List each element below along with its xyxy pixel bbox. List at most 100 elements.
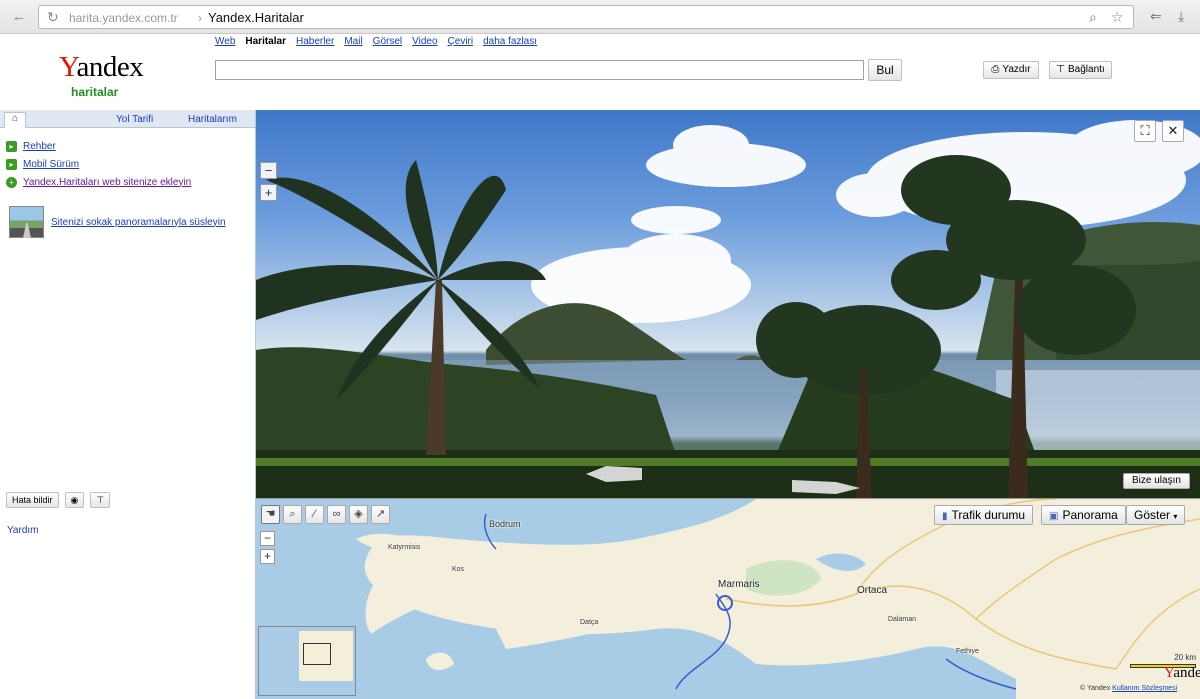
address-bar[interactable]: ↻ harita.yandex.com.tr › Yandex.Haritala… [38,5,1134,29]
green-rail [256,458,1200,466]
print-label: Yazdır [1002,64,1031,75]
find-button[interactable]: Bul [868,59,902,81]
panorama-promo-link[interactable]: Sitenizi sokak panoramalarıyla süsleyin [51,217,226,228]
service-mail[interactable]: Mail [344,36,362,47]
tab-home[interactable]: ⌂ [4,112,26,128]
service-video[interactable]: Video [412,36,437,47]
place-bodrum: Bodrum [489,519,521,529]
logo-subtitle: haritalar [71,85,119,99]
route-tool[interactable]: ↗ [371,505,390,524]
star-icon[interactable]: ☆ [1111,9,1124,26]
street-panorama[interactable]: − + ⛶ ✕ Bize ulaşın [256,110,1200,498]
hand-icon: ☚ [265,508,276,520]
reload-icon[interactable]: ↻ [47,9,59,26]
globe-button[interactable]: ◉ [64,492,85,508]
lake [816,553,866,571]
logo-initial: Y [59,51,77,83]
help-link[interactable]: Yardım [7,525,39,536]
place-kos: Kos [452,566,465,573]
menu-item-guide[interactable]: ▸ Rehber [6,137,191,155]
globe-icon: ◉ [70,495,79,505]
terms-link[interactable]: Kullanım Sözleşmesi [1112,685,1177,692]
chain-tool[interactable]: ∞ [327,505,346,524]
menu-item-guide-label[interactable]: Rehber [23,141,56,152]
url-host: harita.yandex.com.tr [69,11,178,25]
search-icon[interactable]: ⌕ [1089,9,1097,26]
menu-item-mobile-label[interactable]: Mobil Sürüm [23,159,79,170]
park-area [746,560,821,596]
place-fethiye: Fethiye [956,648,979,655]
map-footer: © Yandex Kullanım Sözleşmesi [1080,685,1177,692]
printer-icon: ⎙ [991,64,1000,75]
traffic-button[interactable]: ▮ Trafik durumu [934,505,1034,525]
plus-icon: + [6,176,17,188]
book-icon: ▸ [6,140,17,152]
close-button[interactable]: ✕ [1162,120,1184,142]
fullscreen-button[interactable]: ⛶ [1134,120,1156,142]
panel-tabs: ⌂ Yol Tarifi Haritalarım [0,110,255,128]
magnify-icon: ⌕ [289,508,296,520]
pin-button[interactable]: ⊤ [90,492,111,508]
map-zoom-out-button[interactable]: − [260,531,275,546]
ruler-tool[interactable]: ⁄ [305,505,324,524]
ruler-icon: ⁄ [313,508,316,520]
map-yandex-logo: Yandex [1164,665,1200,682]
browser-toolbar: ← ↻ harita.yandex.com.tr › Yandex.Harita… [0,0,1200,34]
pin-icon: ⊤ [96,495,105,505]
services-nav: Web Haritalar Haberler Mail Görsel Video… [215,36,537,47]
logo-text: andex [76,51,144,83]
search-input[interactable] [215,60,864,80]
contact-button[interactable]: Bize ulaşın [1123,473,1190,489]
map-canvas [256,499,1200,699]
back-icon[interactable]: ← [10,8,28,26]
home-icon: ⌂ [11,113,19,124]
service-maps: Haritalar [245,36,286,47]
pano-zoom-in-button[interactable]: + [260,184,277,201]
hand-tool[interactable]: ☚ [261,505,280,524]
scale-label: 20 km [1174,653,1196,662]
map-logo-text: andex [1173,665,1200,681]
magnify-tool[interactable]: ⌕ [283,505,302,524]
marker-tool[interactable]: ◈ [349,505,368,524]
hedge [256,450,1200,498]
menu-item-embed[interactable]: + Yandex.Haritaları web sitenize ekleyin [6,173,191,191]
link-button[interactable]: ⊤ Bağlantı [1049,61,1112,79]
link-icon: ∞ [332,508,341,520]
print-button[interactable]: ⎙ Yazdır [983,61,1039,79]
service-news[interactable]: Haberler [296,36,334,47]
map-view[interactable]: ☚ ⌕ ⁄ ∞ ◈ ↗ − + ▮ Trafik durumu ▣ Panorama… [256,498,1200,699]
url-separator: › [198,11,202,25]
menu-item-mobile[interactable]: ▸ Mobil Sürüm [6,155,191,173]
place-marmaris: Marmaris [718,579,760,590]
pano-zoom-out-button[interactable]: − [260,162,277,179]
panorama-layer-button[interactable]: ▣ Panorama [1041,505,1126,525]
overview-minimap[interactable] [258,626,356,696]
minimap-viewport[interactable] [303,643,331,665]
place-dalaman: Dalaman [888,616,917,623]
yandex-logo[interactable]: Yandex [59,51,144,84]
map-copyright: © Yandex [1080,685,1111,692]
panorama-icon: ▣ [1049,511,1059,522]
panel-menu: ▸ Rehber ▸ Mobil Sürüm + Yandex.Haritala… [6,137,191,191]
route-icon: ↗ [375,508,386,520]
place-katyrmisis: Katyrmisis [388,544,421,551]
tab-directions[interactable]: Yol Tarifi [116,114,153,125]
tab-my-maps[interactable]: Haritalarım [188,114,237,125]
link-label: Bağlantı [1068,64,1105,75]
extension-icon[interactable]: ⇐ [1150,8,1162,25]
service-more[interactable]: daha fazlası [483,36,537,47]
map-zoom-in-button[interactable]: + [260,549,275,564]
service-images[interactable]: Görsel [373,36,402,47]
place-ortaca: Ortaca [857,585,888,596]
download-icon[interactable]: ⤓ [1178,8,1184,25]
menu-item-embed-label[interactable]: Yandex.Haritaları web sitenize ekleyin [23,177,191,188]
show-dropdown[interactable]: Göster ▾ [1126,505,1186,525]
close-icon: ✕ [1167,123,1179,138]
service-translate[interactable]: Çeviri [448,36,474,47]
service-web[interactable]: Web [215,36,235,47]
report-error-button[interactable]: Hata bildir [6,492,59,508]
panorama-promo[interactable]: Sitenizi sokak panoramalarıyla süsleyin [9,206,226,238]
map-logo-initial: Y [1164,665,1174,681]
chevron-down-icon: ▾ [1173,512,1178,521]
marker-icon: ◈ [354,508,363,520]
